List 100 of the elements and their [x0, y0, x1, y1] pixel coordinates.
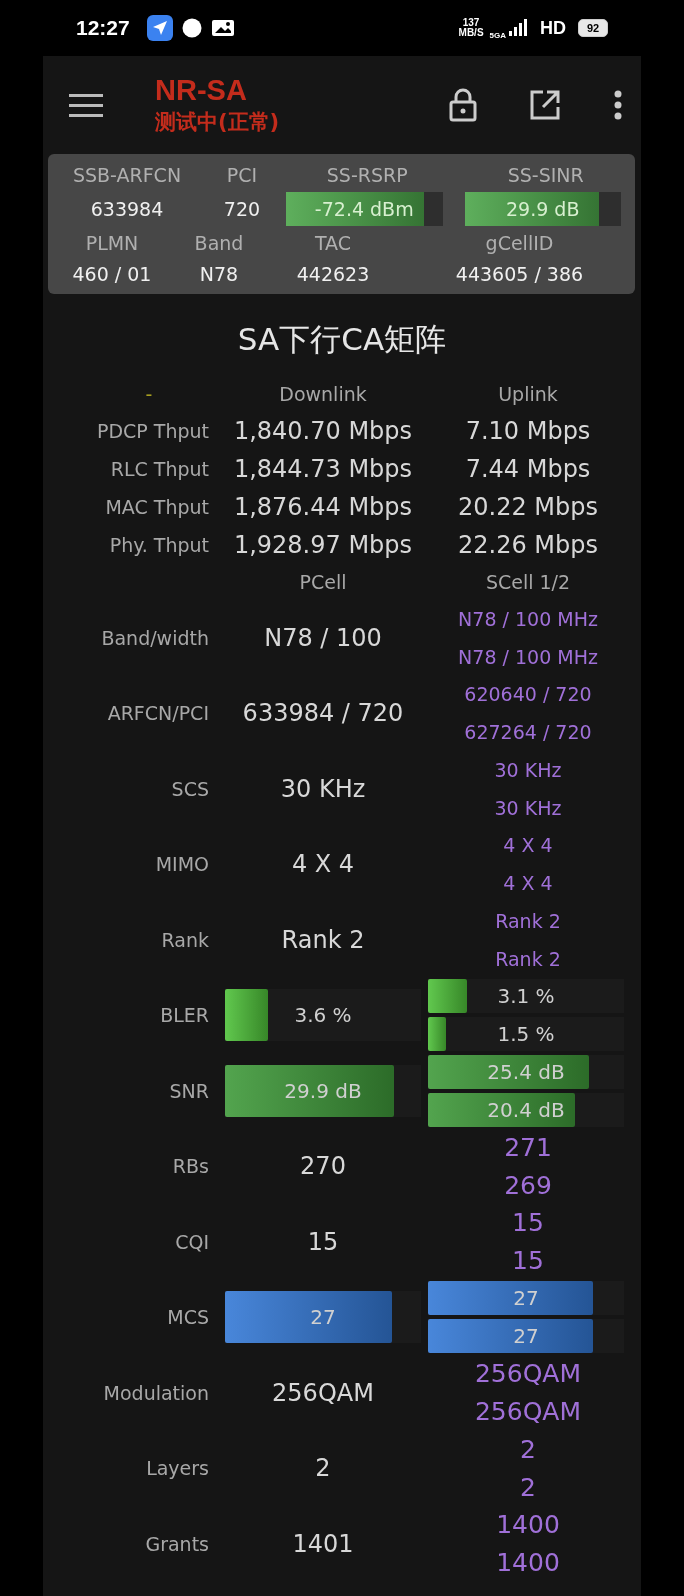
- hd-indicator: HD: [540, 17, 566, 39]
- pcell-value: 4 X 4: [290, 850, 356, 879]
- scell-value: 30 KHz: [493, 757, 563, 783]
- battery-level: 92: [578, 19, 608, 37]
- row-label: Grants: [144, 1531, 210, 1557]
- scell-value: Rank 2: [494, 946, 562, 972]
- throughput-value: 7.10 Mbps: [464, 416, 592, 447]
- network-type: 5GA: [489, 30, 506, 40]
- signal-icon: [508, 19, 528, 37]
- pcell-value: 1401: [291, 1529, 355, 1558]
- lock-icon[interactable]: [449, 88, 477, 122]
- image-icon: [210, 18, 235, 38]
- field-label: SSB-ARFCN: [71, 163, 183, 188]
- scell-value: 627264 / 720: [463, 720, 593, 746]
- meter-bar: 29.9 dB: [225, 1064, 421, 1117]
- field-label: PLMN: [84, 231, 140, 256]
- menu-icon[interactable]: [69, 92, 103, 118]
- row-label: RLC Thput: [109, 458, 210, 480]
- row-label: MIMO: [154, 852, 210, 878]
- scell-value: 271: [503, 1131, 553, 1164]
- pcell-value: 15: [306, 1227, 340, 1256]
- scell-value: 1400: [495, 1547, 561, 1580]
- app-title: NR-SA: [155, 73, 248, 107]
- pcell-value: N78 / 100: [263, 623, 383, 652]
- pcell-value: 256QAM: [271, 1378, 375, 1407]
- field-label: SS-RSRP: [325, 163, 409, 188]
- row-label: PDCP Thput: [95, 420, 210, 442]
- scell-value: N78 / 100 MHz: [457, 644, 599, 670]
- throughput-value: 20.22 Mbps: [457, 492, 599, 523]
- section-title: SA下行CA矩阵: [236, 320, 448, 359]
- speed-unit: MB/S: [458, 28, 484, 38]
- meter-bar: 3.1 %: [428, 979, 624, 1014]
- pcell-value: 270: [299, 1152, 347, 1181]
- scell-value: 15: [511, 1245, 545, 1278]
- row-label: Band/width: [100, 625, 210, 651]
- meter-bar: 25.4 dB: [428, 1054, 624, 1089]
- signal-meter: -72.4 dBm: [286, 192, 443, 226]
- column-header: Downlink: [278, 382, 368, 407]
- meter-bar: 1.5 %: [428, 1017, 624, 1052]
- throughput-value: 1,840.70 Mbps: [232, 416, 414, 447]
- row-label: Layers: [145, 1456, 210, 1482]
- scell-value: 1400: [495, 1509, 561, 1542]
- row-label: CQI: [174, 1229, 210, 1255]
- scell-value: 4 X 4: [502, 833, 554, 859]
- row-label: MAC Thput: [104, 496, 210, 518]
- scell-value: 256QAM: [473, 1396, 583, 1429]
- throughput-value: 22.26 Mbps: [457, 530, 599, 561]
- scell-value: 2: [519, 1433, 537, 1466]
- row-label: SNR: [168, 1078, 210, 1104]
- meter-bar: 27: [428, 1319, 624, 1354]
- field-value: 442623: [295, 262, 371, 287]
- location-icon: [146, 15, 173, 41]
- notification-dot-icon: [181, 18, 202, 38]
- throughput-value: 1,844.73 Mbps: [232, 454, 414, 485]
- throughput-value: 1,876.44 Mbps: [232, 492, 414, 523]
- throughput-value: 1,928.97 Mbps: [232, 530, 414, 561]
- pcell-value: 633984 / 720: [241, 699, 405, 728]
- field-label: Band: [193, 231, 245, 256]
- column-header: SCell 1/2: [484, 570, 572, 595]
- corner-label: -: [144, 382, 154, 407]
- row-label: BLER: [159, 1003, 210, 1029]
- pcell-value: 2: [314, 1454, 332, 1483]
- clock-time: 12:27: [76, 16, 130, 40]
- row-label: Rank: [160, 927, 210, 953]
- row-label: SCS: [170, 776, 210, 802]
- field-label: TAC: [313, 231, 353, 256]
- scell-value: 4 X 4: [502, 871, 554, 897]
- field-label: gCellID: [484, 231, 555, 256]
- pcell-value: Rank 2: [280, 925, 366, 954]
- field-value: N78: [198, 262, 240, 287]
- row-label: ARFCN/PCI: [106, 701, 210, 727]
- scell-value: 15: [511, 1207, 545, 1240]
- throughput-value: 7.44 Mbps: [464, 454, 592, 485]
- row-label: Modulation: [102, 1380, 210, 1406]
- field-label: SS-SINR: [506, 163, 585, 188]
- row-label: Phy. Thput: [108, 534, 210, 556]
- scell-value: 2: [519, 1471, 537, 1504]
- meter-bar: 27: [428, 1281, 624, 1316]
- network-speed: 137: [462, 18, 480, 28]
- test-status: 测试中(正常): [155, 109, 280, 136]
- scell-value: 30 KHz: [493, 795, 563, 821]
- scell-value: 256QAM: [473, 1358, 583, 1391]
- meter-bar: 27: [225, 1291, 421, 1344]
- scell-value: 269: [503, 1169, 553, 1202]
- row-label: MCS: [166, 1305, 210, 1331]
- column-header: Uplink: [497, 382, 559, 407]
- field-value: 460 / 01: [71, 262, 153, 287]
- more-options-icon[interactable]: [613, 90, 623, 120]
- meter-bar: 3.6 %: [225, 989, 421, 1042]
- scell-value: Rank 2: [494, 908, 562, 934]
- field-value: 633984: [89, 197, 165, 222]
- open-external-icon[interactable]: [529, 89, 561, 121]
- column-header: PCell: [298, 570, 348, 595]
- signal-meter: 29.9 dB: [464, 192, 621, 226]
- row-label: RBs: [171, 1154, 210, 1180]
- scell-value: N78 / 100 MHz: [457, 606, 599, 632]
- field-value: 720: [222, 197, 262, 222]
- field-label: PCI: [225, 163, 259, 188]
- pcell-value: 30 KHz: [279, 774, 367, 803]
- scell-value: 620640 / 720: [463, 682, 593, 708]
